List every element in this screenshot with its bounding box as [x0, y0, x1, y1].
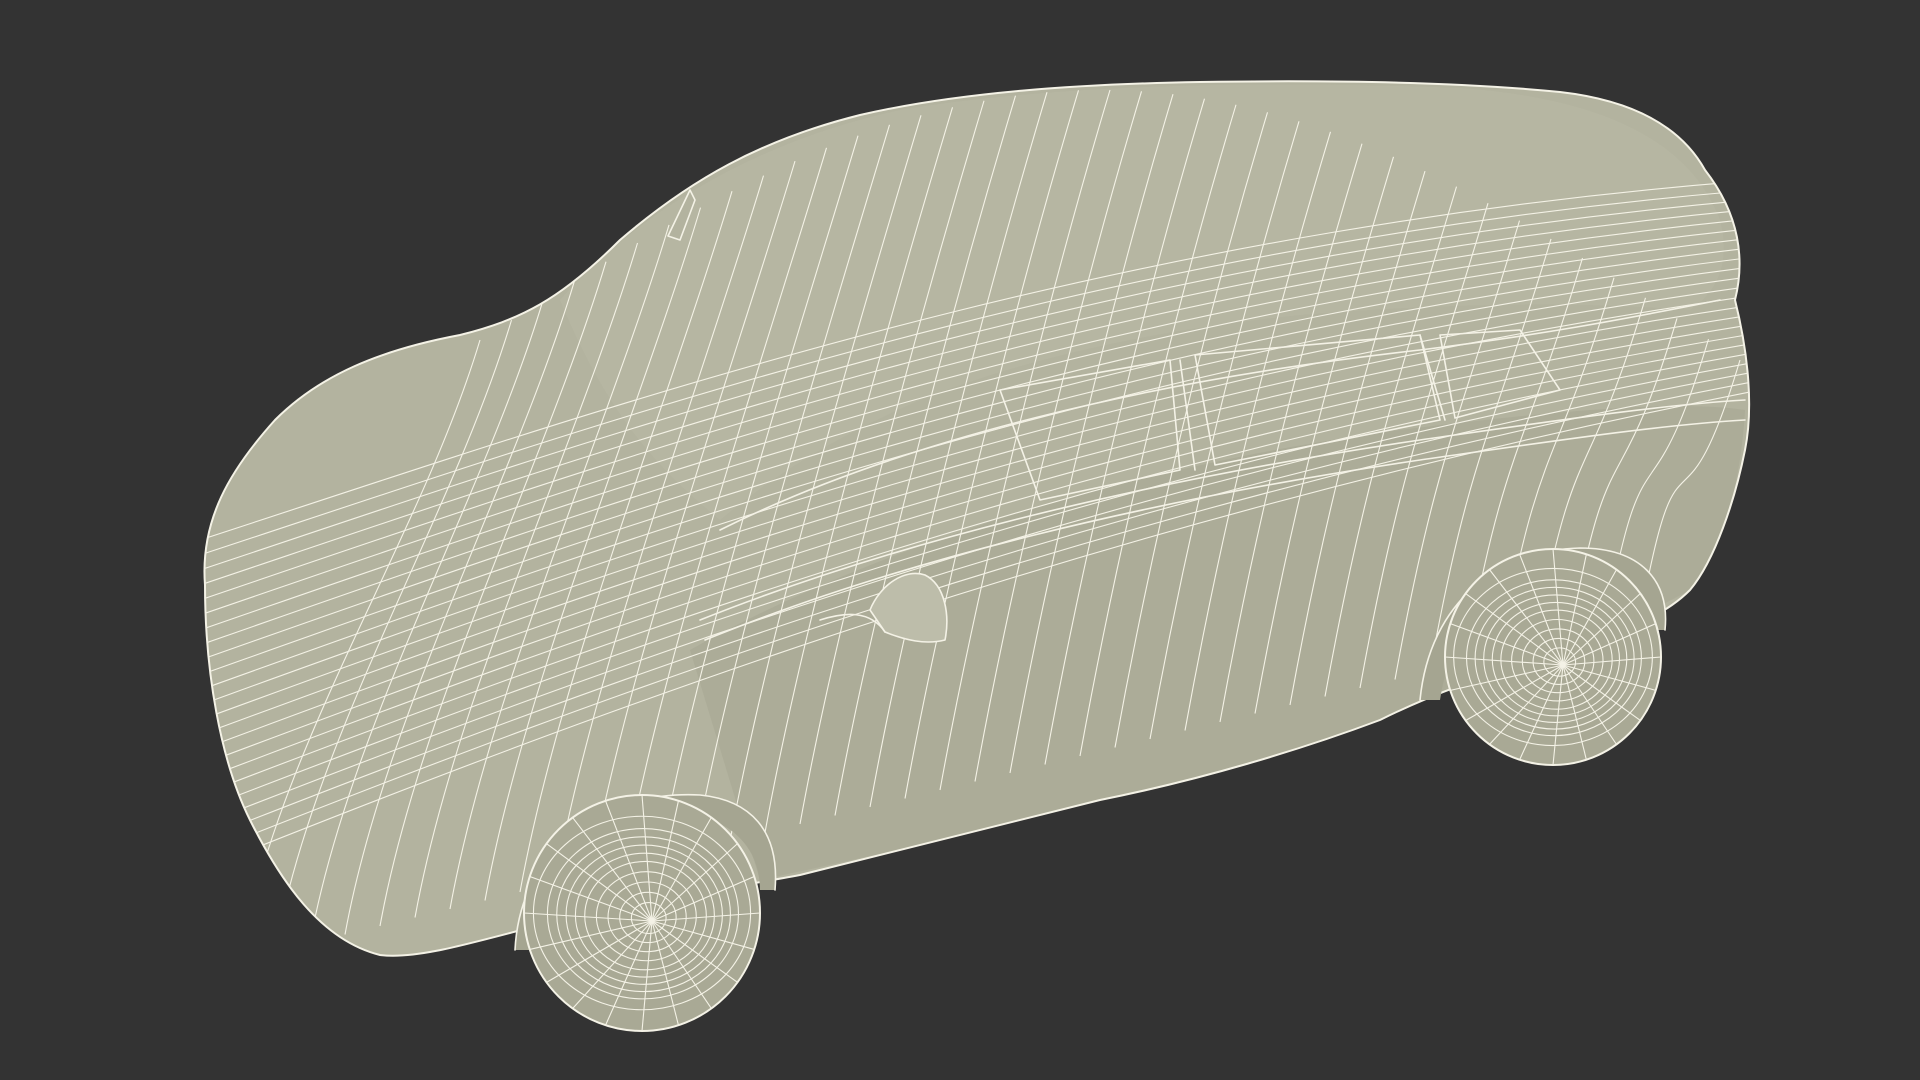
car-body-shell — [203, 80, 1751, 957]
car-model-render — [203, 80, 1751, 1032]
render-viewport — [0, 0, 1920, 1080]
front-wheel — [523, 794, 761, 1032]
rear-wheel — [1444, 548, 1662, 766]
